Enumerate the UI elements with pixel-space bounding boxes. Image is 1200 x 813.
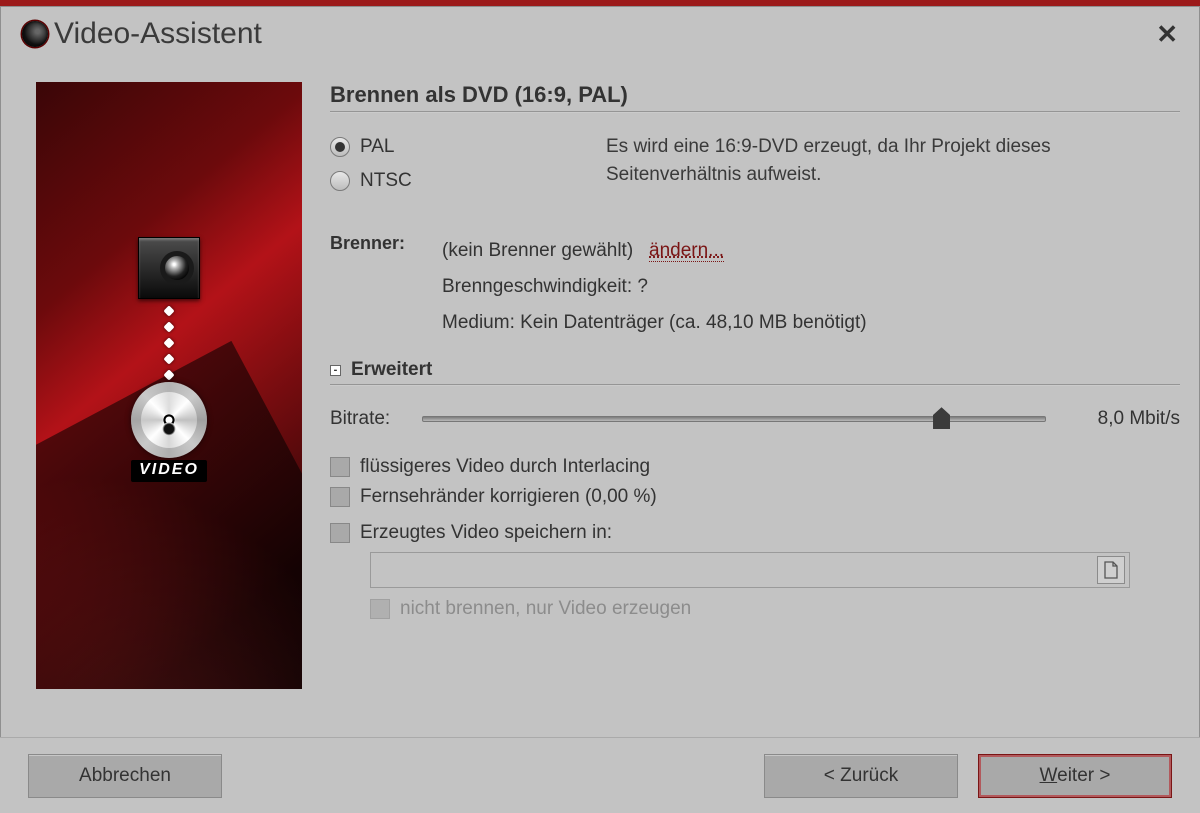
- option-interlacing-label: flüssigeres Video durch Interlacing: [360, 456, 650, 478]
- burner-label: Brenner:: [330, 233, 426, 341]
- title-bar: Video-Assistent ✕: [0, 6, 1200, 58]
- form-area: Brennen als DVD (16:9, PAL) PAL NTSC Es …: [330, 82, 1186, 689]
- bitrate-label: Bitrate:: [330, 408, 408, 430]
- format-radios: PAL NTSC: [330, 133, 560, 195]
- checkbox-save-in[interactable]: [330, 523, 350, 543]
- section-title: Brennen als DVD (16:9, PAL): [330, 82, 1180, 108]
- folder-icon: [1103, 560, 1119, 580]
- bitrate-value: 8,0 Mbit/s: [1060, 408, 1180, 430]
- checkbox-no-burn: [370, 599, 390, 619]
- content-area: VIDEO Brennen als DVD (16:9, PAL) PAL NT…: [0, 58, 1200, 689]
- close-icon[interactable]: ✕: [1150, 19, 1184, 50]
- advanced-header: - Erweitert: [330, 359, 1180, 381]
- format-info: Es wird eine 16:9-DVD erzeugt, da Ihr Pr…: [606, 133, 1166, 195]
- camera-icon: [138, 237, 200, 299]
- video-badge: VIDEO: [131, 460, 207, 482]
- burner-details: (kein Brenner gewählt) ändern... Brennge…: [442, 233, 867, 341]
- burner-none: (kein Brenner gewählt): [442, 240, 633, 261]
- next-button[interactable]: Weiter >: [978, 754, 1172, 798]
- radio-pal-label: PAL: [360, 136, 395, 158]
- option-no-burn: nicht brennen, nur Video erzeugen: [370, 598, 1180, 620]
- radio-ntsc-label: NTSC: [360, 170, 412, 192]
- format-row: PAL NTSC Es wird eine 16:9-DVD erzeugt, …: [330, 133, 1180, 195]
- arrow-dots: [165, 307, 173, 379]
- burner-change-link[interactable]: ändern...: [649, 240, 724, 262]
- cancel-button[interactable]: Abbrechen: [28, 754, 222, 798]
- advanced-title: Erweitert: [351, 359, 432, 381]
- option-save-in-label: Erzeugtes Video speichern in:: [360, 522, 612, 544]
- divider: [330, 384, 1180, 386]
- bitrate-slider[interactable]: [422, 416, 1046, 422]
- burner-block: Brenner: (kein Brenner gewählt) ändern..…: [330, 233, 1180, 341]
- radio-ntsc-input[interactable]: [330, 171, 350, 191]
- checkbox-tv-edges[interactable]: [330, 487, 350, 507]
- option-tv-edges[interactable]: Fernsehränder korrigieren (0,00 %): [330, 486, 1180, 508]
- save-path-field: [370, 552, 1130, 588]
- burner-line-1: (kein Brenner gewählt) ändern...: [442, 233, 867, 269]
- divider: [330, 111, 1180, 113]
- cancel-button-label: Abbrechen: [79, 765, 171, 787]
- browse-button[interactable]: [1097, 556, 1125, 584]
- bitrate-row: Bitrate: 8,0 Mbit/s: [330, 408, 1180, 430]
- burner-medium: Medium: Kein Datenträger (ca. 48,10 MB b…: [442, 305, 867, 341]
- burner-speed: Brenngeschwindigkeit: ?: [442, 269, 867, 305]
- collapse-icon[interactable]: -: [330, 365, 341, 376]
- radio-pal[interactable]: PAL: [330, 133, 560, 161]
- wizard-side-panel: VIDEO: [36, 82, 302, 689]
- app-icon: [22, 21, 48, 47]
- window-title: Video-Assistent: [54, 17, 1150, 51]
- next-button-label: Weiter >: [1040, 765, 1111, 787]
- checkbox-interlacing[interactable]: [330, 457, 350, 477]
- back-button[interactable]: < Zurück: [764, 754, 958, 798]
- option-tv-edges-label: Fernsehränder korrigieren (0,00 %): [360, 486, 657, 508]
- option-interlacing[interactable]: flüssigeres Video durch Interlacing: [330, 456, 1180, 478]
- radio-pal-input[interactable]: [330, 137, 350, 157]
- dvd-icon: VIDEO: [131, 382, 207, 482]
- option-no-burn-label: nicht brennen, nur Video erzeugen: [400, 598, 691, 620]
- option-save-in[interactable]: Erzeugtes Video speichern in:: [330, 522, 1180, 544]
- video-assistant-window: Video-Assistent ✕ VIDEO Brennen als DVD …: [0, 0, 1200, 813]
- bitrate-slider-thumb[interactable]: [933, 407, 950, 429]
- radio-ntsc[interactable]: NTSC: [330, 167, 560, 195]
- back-button-label: < Zurück: [824, 765, 898, 787]
- footer: Abbrechen < Zurück Weiter >: [0, 737, 1200, 813]
